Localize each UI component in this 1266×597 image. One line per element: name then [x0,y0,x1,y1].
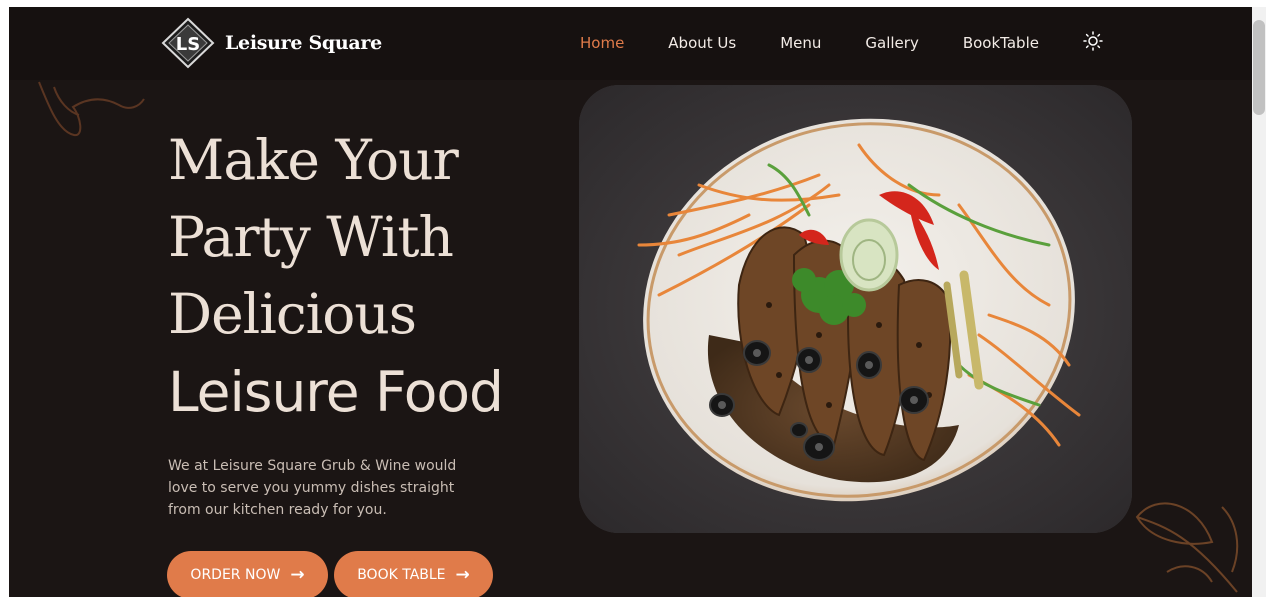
sun-icon[interactable] [1083,31,1103,51]
brand[interactable]: LS Leisure Square [161,17,382,69]
top-navbar: LS Leisure Square Home About Us Menu Gal… [9,7,1252,80]
hero-headline-line-3: Delicious [168,282,417,346]
brand-name: Leisure Square [225,32,382,54]
svg-text:LS: LS [176,34,200,55]
hero-headline-line-4: Leisure Food [168,360,504,424]
scrollbar-thumb[interactable] [1253,20,1265,115]
plated-steak-dish-image [579,85,1132,533]
leisure-square-logo-icon: LS [161,17,215,69]
hero-buttons: ORDER NOW → BOOK TABLE → [167,551,499,597]
decorative-leaf-outline-bottom-right [1135,502,1239,593]
hero-headline-line-1: Make Your [168,128,459,192]
hero-headline-line-2: Party With [168,205,454,269]
order-now-button[interactable]: ORDER NOW → [167,551,328,597]
page-viewport: LS Leisure Square Home About Us Menu Gal… [9,7,1252,597]
nav-links: Home About Us Menu Gallery BookTable [580,34,1083,52]
nav-link-home[interactable]: Home [580,34,624,52]
hero-dish-image [579,85,1132,533]
nav-link-menu[interactable]: Menu [780,34,821,52]
nav-link-about-us[interactable]: About Us [668,34,736,52]
hero-text: Make Your Party With Delicious Leisure F… [168,122,568,521]
order-now-label: ORDER NOW [190,567,281,583]
book-table-label: BOOK TABLE [357,567,446,583]
hero-description: We at Leisure Square Grub & Wine would l… [168,458,457,518]
arrow-right-icon: → [290,565,305,585]
book-table-button[interactable]: BOOK TABLE → [334,551,493,597]
nav-link-gallery[interactable]: Gallery [865,34,918,52]
arrow-right-icon: → [455,565,470,585]
decorative-leaf-outline-top-left [38,81,145,137]
nav-link-booktable[interactable]: BookTable [963,34,1039,52]
